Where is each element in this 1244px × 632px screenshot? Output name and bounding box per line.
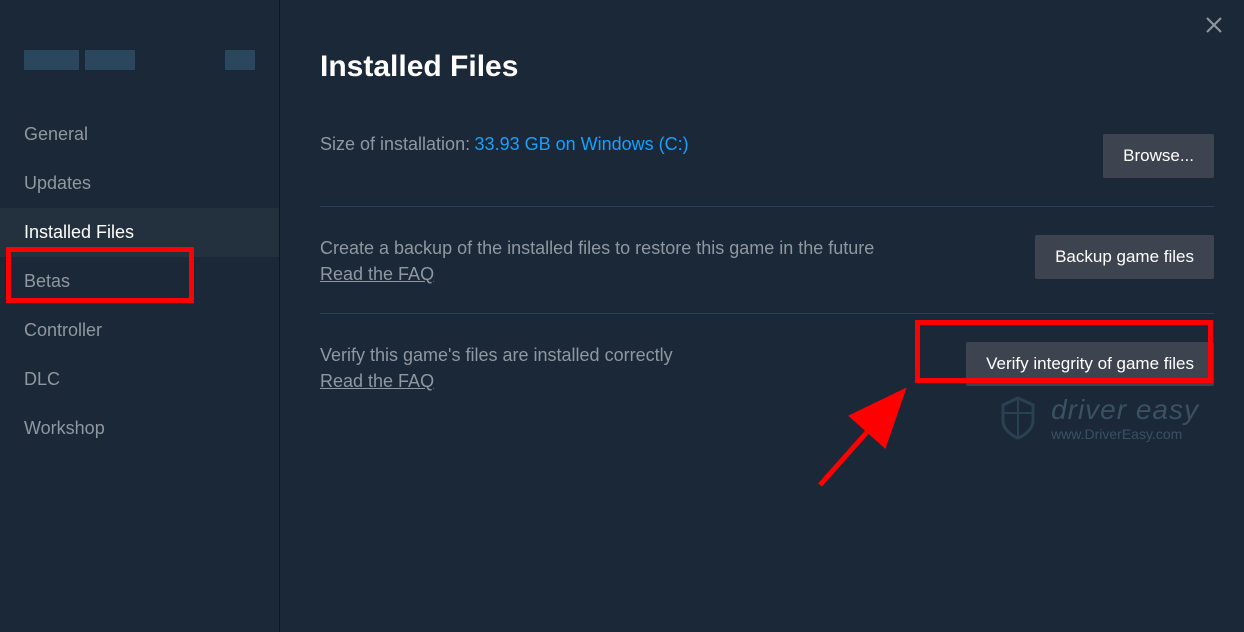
sidebar-item-updates[interactable]: Updates: [0, 159, 279, 208]
sidebar-item-general[interactable]: General: [0, 110, 279, 159]
verify-faq-link[interactable]: Read the FAQ: [320, 371, 434, 392]
installation-size-section: Size of installation: 33.93 GB on Window…: [320, 134, 1214, 207]
sidebar-header-placeholder: [0, 50, 279, 110]
sidebar-item-betas[interactable]: Betas: [0, 257, 279, 306]
close-button[interactable]: [1199, 10, 1229, 40]
backup-faq-link[interactable]: Read the FAQ: [320, 264, 434, 285]
verify-section: Verify this game's files are installed c…: [320, 342, 1214, 420]
main-panel: Installed Files Size of installation: 33…: [280, 0, 1244, 632]
verify-description: Verify this game's files are installed c…: [320, 342, 926, 369]
browse-button[interactable]: Browse...: [1103, 134, 1214, 178]
backup-section: Create a backup of the installed files t…: [320, 235, 1214, 314]
page-title: Installed Files: [320, 50, 1214, 84]
size-value: 33.93 GB on Windows (C:): [475, 134, 689, 154]
close-icon: [1205, 16, 1223, 34]
sidebar-item-dlc[interactable]: DLC: [0, 355, 279, 404]
properties-sidebar: General Updates Installed Files Betas Co…: [0, 0, 280, 632]
size-label: Size of installation:: [320, 134, 470, 154]
verify-button[interactable]: Verify integrity of game files: [966, 342, 1214, 386]
sidebar-item-controller[interactable]: Controller: [0, 306, 279, 355]
backup-description: Create a backup of the installed files t…: [320, 235, 995, 262]
sidebar-item-workshop[interactable]: Workshop: [0, 404, 279, 453]
backup-button[interactable]: Backup game files: [1035, 235, 1214, 279]
sidebar-item-installed-files[interactable]: Installed Files: [0, 208, 279, 257]
